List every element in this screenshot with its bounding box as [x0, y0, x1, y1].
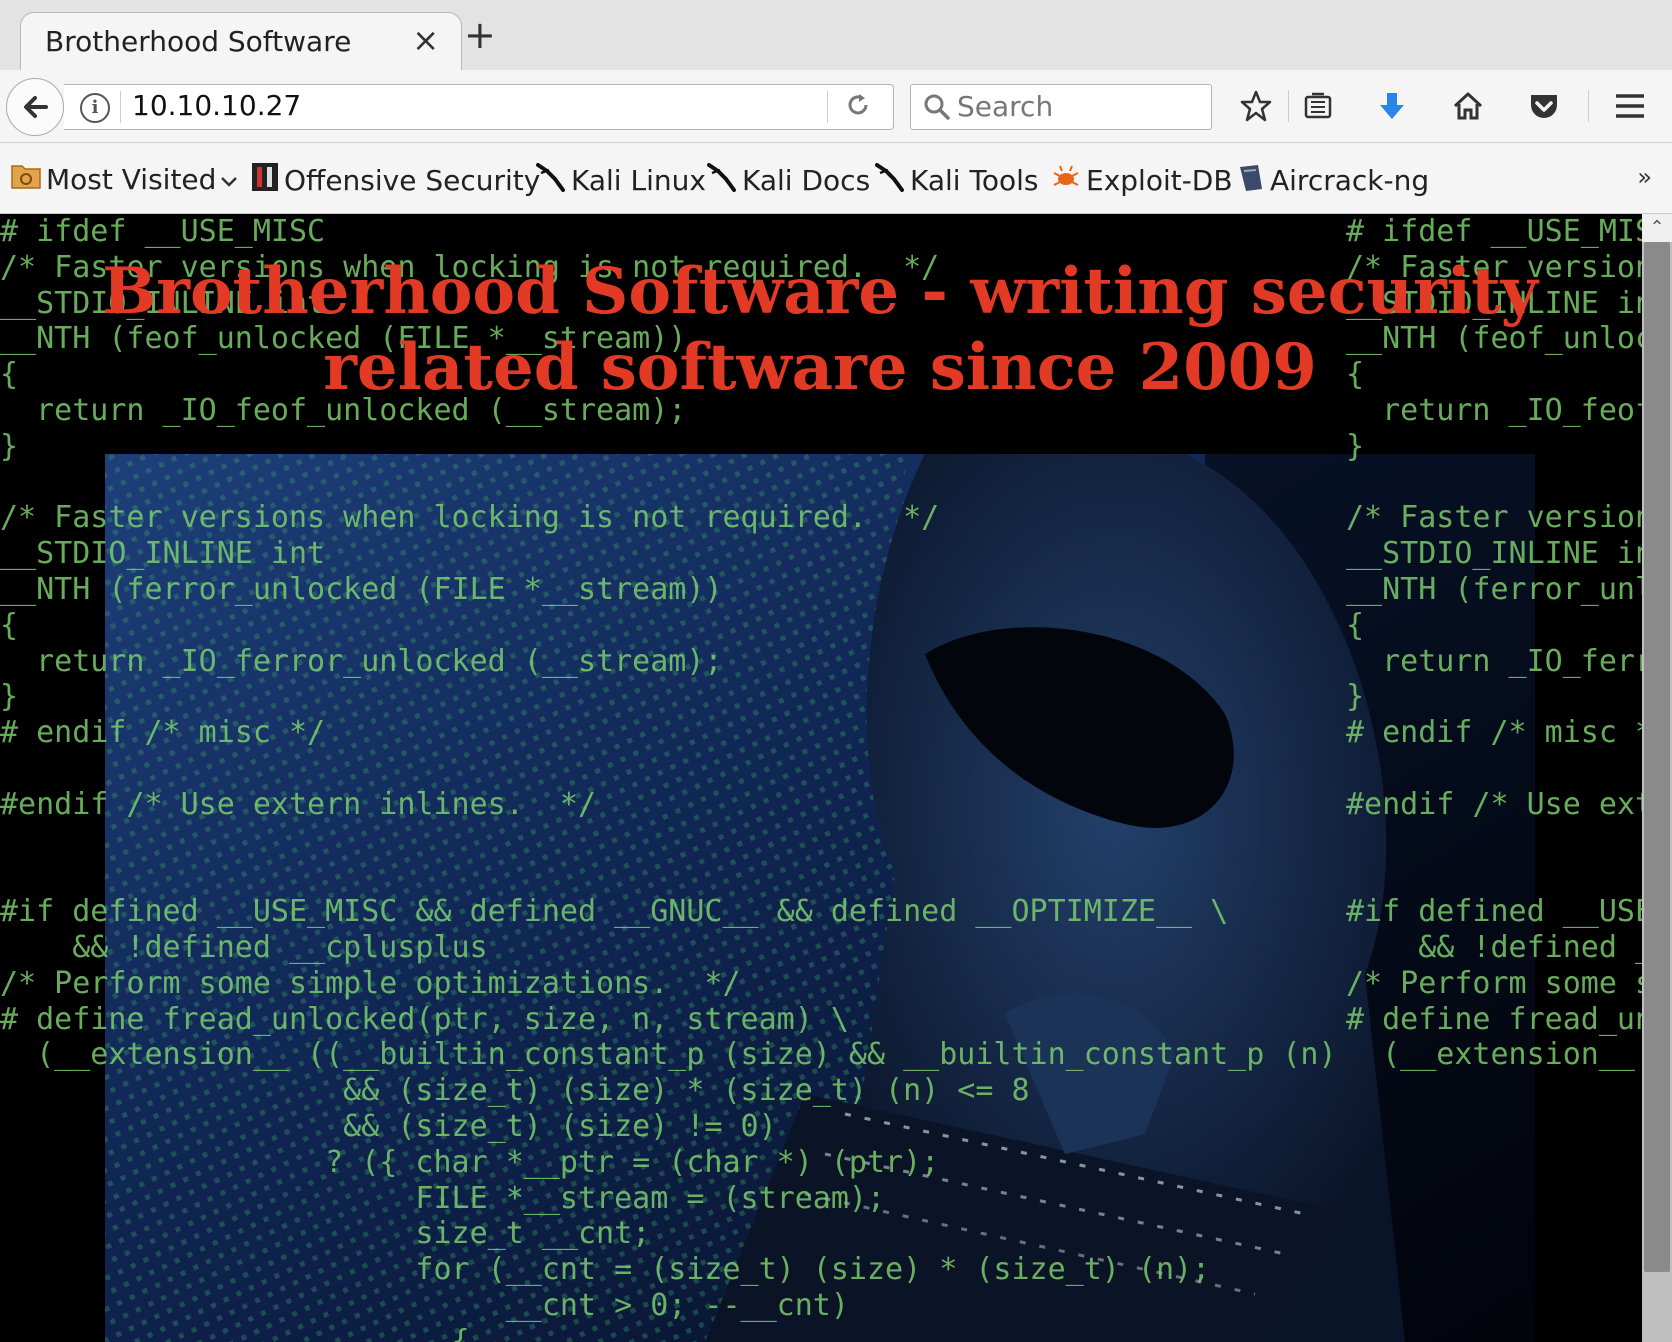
- bookmark-label: Kali Linux: [571, 164, 706, 197]
- pocket-icon[interactable]: [1526, 88, 1562, 124]
- search-icon: [923, 93, 951, 125]
- bookmark-aircrack-ng[interactable]: Aircrack-ng: [1236, 161, 1429, 200]
- search-input[interactable]: Search: [910, 84, 1212, 130]
- url-text[interactable]: 10.10.10.27: [132, 89, 301, 122]
- tab-title: Brotherhood Software: [45, 25, 352, 58]
- bookmark-kali-docs[interactable]: Kali Docs: [706, 161, 870, 200]
- new-tab-button[interactable]: +: [464, 16, 496, 54]
- bookmark-label: Offensive Security: [284, 164, 541, 197]
- tab-brotherhood-software[interactable]: Brotherhood Software ×: [20, 12, 462, 71]
- bookmark-kali-linux[interactable]: Kali Linux: [535, 161, 706, 200]
- page-content: # ifdef __USE_MISC /* Faster versions wh…: [0, 214, 1672, 1342]
- url-bar[interactable]: i 10.10.10.27: [64, 84, 894, 130]
- kali-dragon-icon: [874, 161, 906, 200]
- bookmark-kali-tools[interactable]: Kali Tools: [874, 161, 1038, 200]
- site-info-icon[interactable]: i: [80, 93, 110, 123]
- back-button[interactable]: [6, 78, 64, 136]
- toolbar-separator: [1288, 90, 1289, 122]
- bookmark-label: Kali Tools: [910, 164, 1039, 197]
- page-headline: Brotherhood Software - writing security …: [102, 254, 1538, 405]
- chevron-down-icon: [220, 163, 238, 196]
- bookmark-star-icon[interactable]: [1238, 88, 1274, 124]
- offsec-icon: [250, 161, 280, 200]
- reload-icon[interactable]: [844, 91, 872, 126]
- bookmarks-toolbar: Most Visited Offensive Security Kali Lin…: [0, 143, 1672, 214]
- search-placeholder: Search: [957, 90, 1054, 123]
- toolbar-separator: [1588, 90, 1589, 122]
- hamburger-menu-icon[interactable]: [1612, 88, 1648, 124]
- bug-icon: [1050, 161, 1082, 200]
- tab-close-icon[interactable]: ×: [412, 21, 439, 59]
- back-arrow-icon: [24, 96, 48, 118]
- bookmark-offensive-security[interactable]: Offensive Security: [250, 161, 540, 200]
- bookmark-label: Most Visited: [46, 163, 217, 196]
- folder-icon: [10, 161, 42, 198]
- tab-strip: Brotherhood Software × +: [0, 0, 1672, 71]
- bookmark-label: Kali Docs: [742, 164, 871, 197]
- kali-dragon-icon: [535, 161, 567, 200]
- scrollbar-thumb[interactable]: [1644, 242, 1670, 1272]
- bookmark-label: Aircrack-ng: [1270, 164, 1430, 197]
- url-separator: [120, 91, 121, 123]
- home-icon[interactable]: [1450, 88, 1486, 124]
- reading-list-icon[interactable]: [1300, 88, 1336, 124]
- scroll-up-icon[interactable]: ⌃: [1642, 214, 1672, 242]
- bookmark-exploit-db[interactable]: Exploit-DB: [1050, 161, 1233, 200]
- bookmark-label: Exploit-DB: [1086, 164, 1233, 197]
- kali-dragon-icon: [706, 161, 738, 200]
- navigation-bar: i 10.10.10.27 Search: [0, 70, 1672, 143]
- url-separator: [827, 91, 828, 123]
- bookmark-most-visited[interactable]: Most Visited: [10, 161, 238, 198]
- bookmarks-overflow-button[interactable]: »: [1637, 163, 1652, 191]
- vertical-scrollbar[interactable]: ⌃: [1642, 214, 1672, 1342]
- downloads-icon[interactable]: [1374, 88, 1410, 124]
- browser-window: Brotherhood Software × + i 10.10.10.27 S…: [0, 0, 1672, 1342]
- aircrack-icon: [1236, 161, 1266, 200]
